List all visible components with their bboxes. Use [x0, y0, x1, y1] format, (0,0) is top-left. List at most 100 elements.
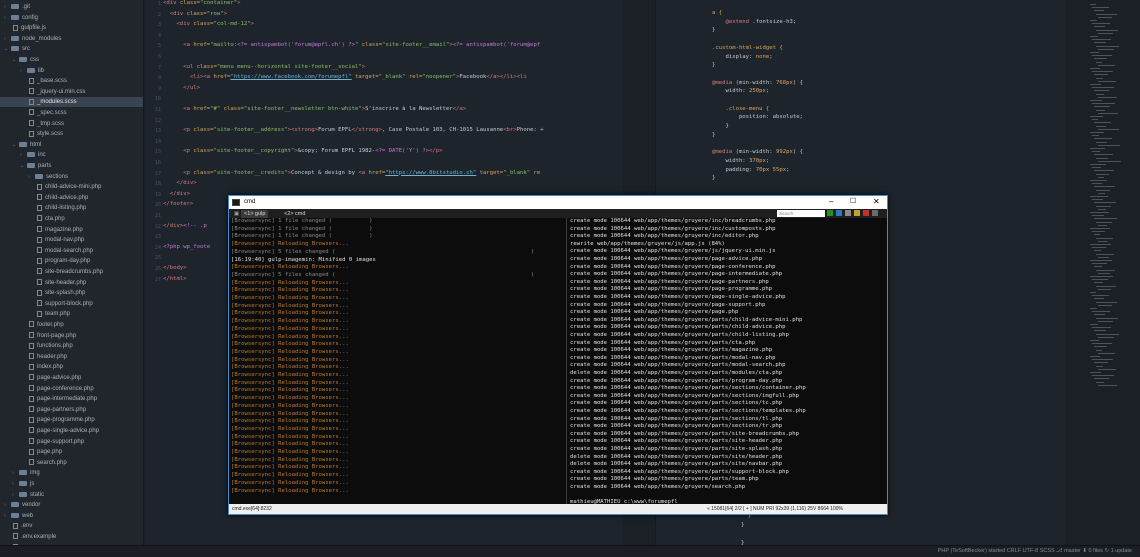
tree-item[interactable]: _tmp.scss	[0, 119, 143, 129]
tree-item[interactable]: site-splash.php	[0, 288, 143, 298]
folder-label: js	[30, 481, 35, 487]
code-token: "https://www.facebook.com/forumepfl"	[230, 74, 352, 81]
tree-item[interactable]: page-partners.php	[0, 405, 143, 415]
console-line: create mode 100644 web/app/themes/gruyer…	[570, 347, 773, 354]
file-icon	[37, 289, 42, 296]
tree-item[interactable]: page-programme.php	[0, 415, 143, 425]
tree-item[interactable]: page-intermediate.php	[0, 394, 143, 404]
code-token: "row"	[206, 10, 224, 17]
tree-item[interactable]: modal-search.php	[0, 246, 143, 256]
scss-minimap[interactable]	[1068, 0, 1140, 545]
code-token: @media	[712, 79, 736, 86]
tree-item[interactable]: › web	[0, 511, 143, 521]
tree-item[interactable]: › config	[0, 13, 143, 23]
tree-item[interactable]: index.php	[0, 362, 143, 372]
tree-item[interactable]: search.php	[0, 458, 143, 468]
settings-icon[interactable]	[845, 210, 851, 216]
gulp-console[interactable]: [Browsersync] 1 file changed ( ) [Browser…	[229, 218, 567, 504]
console-line: create mode 100644 web/app/themes/gruyer…	[570, 301, 766, 308]
file-label: index.php	[37, 364, 64, 371]
tree-item[interactable]: _modules.scss	[0, 97, 143, 108]
console-line: [Browsersync] 1 file changed ( )	[231, 218, 373, 224]
cmd-titlebar[interactable]: cmd – ☐ ✕	[229, 196, 887, 209]
code-line: @extend .fontsize-h3;	[712, 19, 796, 26]
tree-item[interactable]: program-day.php	[0, 256, 143, 266]
code-token: >	[223, 10, 228, 17]
cmd-position: « 15081[64] 2/2 [ + ] NUM PRI 92x39 (1,1…	[707, 506, 843, 512]
tree-item[interactable]: page-single-advice.php	[0, 426, 143, 436]
tree-item[interactable]: page.php	[0, 447, 143, 457]
file-label: support-block.php	[45, 300, 93, 307]
code-token: Forum EPFL	[317, 127, 352, 134]
tree-item[interactable]: › vendor	[0, 500, 143, 510]
tree-item[interactable]: .env	[0, 521, 143, 531]
tree-item[interactable]: › js	[0, 479, 143, 489]
console-line: create mode 100644 web/app/themes/gruyer…	[570, 316, 803, 323]
cmd-console[interactable]: create mode 100644 web/app/themes/gruyer…	[568, 218, 887, 504]
file-label: child-advice-mini.php	[45, 184, 102, 191]
tree-item[interactable]: functions.php	[0, 341, 143, 351]
tree-item[interactable]: support-block.php	[0, 299, 143, 309]
code-line: <li><a href="https://www.facebook.com/fo…	[163, 74, 527, 81]
file-label: page-support.php	[37, 438, 85, 445]
minimap-line	[1094, 250, 1101, 252]
console-line: [Browsersync] Reloading Browsers...	[231, 410, 349, 417]
tree-item[interactable]: › inc	[0, 150, 143, 160]
tree-item[interactable]: _jquery-ui.min.css	[0, 87, 143, 97]
tree-item[interactable]: modal-nav.php	[0, 235, 143, 245]
tree-item[interactable]: team.php	[0, 309, 143, 319]
folder-icon	[35, 173, 43, 179]
search-input[interactable]: Search	[777, 210, 825, 217]
console-line: delete mode 100644 web/app/themes/gruyer…	[570, 370, 783, 376]
line-number: 5	[157, 43, 161, 50]
tree-item[interactable]: › node_modules	[0, 34, 143, 44]
tree-item[interactable]: _spec.scss	[0, 108, 143, 118]
maximize-icon[interactable]: ☐	[850, 197, 856, 205]
layout-icon[interactable]	[872, 210, 878, 216]
menu-icon[interactable]	[836, 210, 842, 216]
tab-gulp[interactable]: <1> gulp	[241, 210, 269, 218]
tree-item[interactable]: › sections	[0, 172, 143, 182]
new-console-icon[interactable]	[827, 210, 833, 216]
tree-item[interactable]: ⌄ src	[0, 44, 143, 54]
file-tree-sidebar[interactable]: › .git › config gulpfile.js › node_modules ⌄ src…	[0, 0, 144, 545]
lock-icon[interactable]	[854, 210, 860, 216]
tree-item[interactable]: .env.example	[0, 532, 143, 542]
minimize-icon[interactable]: –	[829, 197, 833, 206]
tree-item[interactable]: page-advice.php	[0, 373, 143, 383]
cmd-window[interactable]: cmd – ☐ ✕ ▣ <1> gulp <2> cmd Search [Bro…	[228, 195, 888, 515]
code-token: </div>	[163, 180, 197, 187]
tree-item[interactable]: _base.scss	[0, 76, 143, 86]
tree-item[interactable]: header.php	[0, 352, 143, 362]
close-icon[interactable]: ✕	[873, 197, 880, 206]
tree-item[interactable]: › img	[0, 468, 143, 478]
file-icon	[29, 109, 34, 116]
tree-item[interactable]: child-advice-mini.php	[0, 182, 143, 192]
terminal-icon	[232, 199, 240, 206]
tree-item[interactable]: cta.php	[0, 214, 143, 224]
console-line: create mode 100644 web/app/themes/gruyer…	[570, 294, 786, 300]
tree-item[interactable]: page-conference.php	[0, 384, 143, 394]
tree-item[interactable]: style.scss	[0, 129, 143, 139]
tree-item[interactable]: site-header.php	[0, 278, 143, 288]
tree-item[interactable]: ⌄ css	[0, 55, 143, 65]
tree-item[interactable]: child-listing.php	[0, 203, 143, 213]
tree-item[interactable]: gulpfile.js	[0, 23, 143, 33]
tab-cmd[interactable]: <2> cmd	[281, 210, 308, 218]
tree-item[interactable]: ⌄ html	[0, 140, 143, 150]
tree-item[interactable]: front-page.php	[0, 331, 143, 341]
tree-item[interactable]: magazine.php	[0, 225, 143, 235]
tree-item[interactable]: › lib	[0, 66, 143, 76]
tree-item[interactable]: page-support.php	[0, 437, 143, 447]
code-token: <?= antispambot('forum@epf	[452, 42, 541, 49]
tree-item[interactable]: › .git	[0, 2, 143, 12]
stop-icon[interactable]	[863, 210, 869, 216]
tree-item[interactable]: › static	[0, 490, 143, 500]
tree-item[interactable]: ⌄ parts	[0, 161, 143, 171]
minimap-line	[1096, 365, 1103, 367]
console-line: create mode 100644 web/app/themes/gruyer…	[570, 392, 800, 399]
tree-item[interactable]: site-breadcrumbs.php	[0, 267, 143, 277]
tree-item[interactable]: footer.php	[0, 320, 143, 330]
code-token: .close-menu {	[712, 105, 770, 112]
tree-item[interactable]: child-advice.php	[0, 193, 143, 203]
